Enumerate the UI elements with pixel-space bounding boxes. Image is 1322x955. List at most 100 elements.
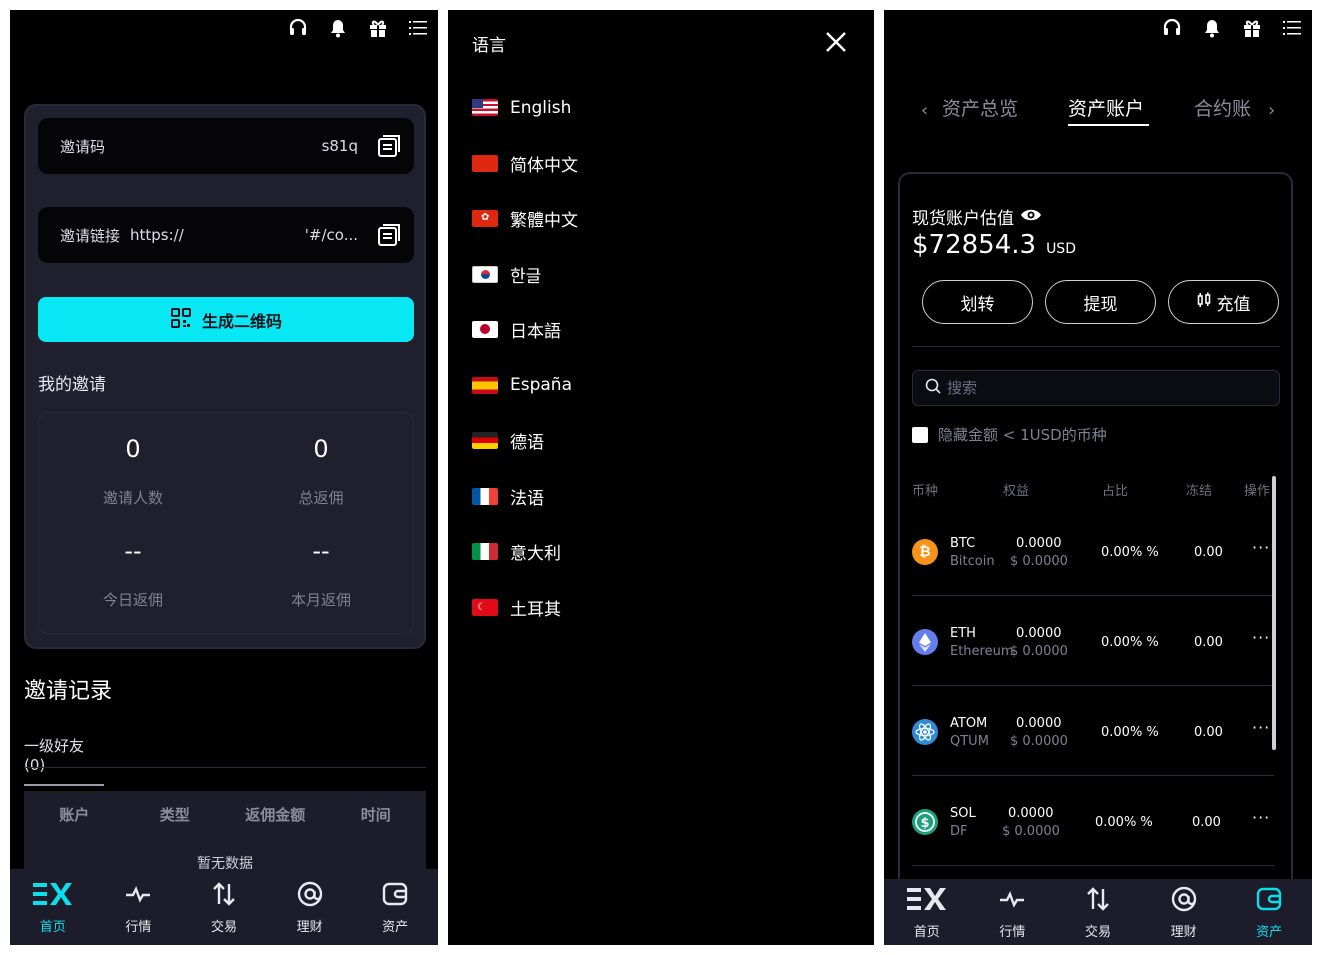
nav-assets[interactable]: 资产 bbox=[352, 869, 438, 945]
svg-text:$: $ bbox=[920, 816, 929, 831]
withdraw-button[interactable]: 提现 bbox=[1045, 280, 1156, 324]
deposit-label: 充值 bbox=[1216, 294, 1251, 315]
generate-qr-button[interactable]: 生成二维码 bbox=[38, 297, 414, 342]
candlestick-icon bbox=[1197, 292, 1211, 313]
us-flag-icon bbox=[472, 99, 498, 117]
language-item-italian[interactable]: 意大利 bbox=[472, 524, 578, 580]
hide-small-checkbox[interactable] bbox=[912, 426, 928, 443]
more-icon[interactable]: ··· bbox=[1252, 718, 1270, 737]
coin-usd: $ 0.0000 bbox=[1010, 734, 1068, 749]
at-icon bbox=[1170, 885, 1198, 917]
tab-first-level-friends[interactable]: 一级好友(0) bbox=[24, 735, 104, 786]
nav-label: 首页 bbox=[913, 924, 940, 940]
estimate-value: $72854.3 bbox=[912, 230, 1037, 260]
nav-home[interactable]: 首页 bbox=[884, 879, 970, 945]
coin-amount: 0.0000 bbox=[1016, 716, 1062, 731]
language-item-zh-hans[interactable]: 简体中文 bbox=[472, 136, 578, 192]
de-flag-icon bbox=[472, 432, 498, 450]
close-icon[interactable] bbox=[824, 30, 848, 54]
table-row[interactable]: ATOM QTUM 0.0000 $ 0.0000 0.00% % 0.00 ·… bbox=[912, 686, 1274, 776]
coin-amount: 0.0000 bbox=[1008, 806, 1054, 821]
col-ratio: 占比 bbox=[1102, 484, 1129, 499]
language-item-japanese[interactable]: 日本語 bbox=[472, 302, 578, 358]
search-input[interactable] bbox=[947, 379, 1247, 397]
headset-icon[interactable] bbox=[288, 18, 308, 38]
col-time: 时间 bbox=[360, 805, 391, 824]
language-item-german[interactable]: 德语 bbox=[472, 413, 578, 469]
language-label: España bbox=[510, 375, 572, 396]
coin-name: Ethereum bbox=[950, 644, 1014, 659]
language-item-spanish[interactable]: España bbox=[472, 358, 578, 414]
language-item-zh-hant[interactable]: ✿ 繁體中文 bbox=[472, 191, 578, 247]
language-label: 土耳其 bbox=[510, 599, 561, 620]
menu-list-icon[interactable] bbox=[1282, 18, 1302, 38]
table-row[interactable]: ₿ BTC Bitcoin 0.0000 $ 0.0000 0.00% % 0.… bbox=[912, 506, 1274, 596]
nav-home[interactable]: 首页 bbox=[10, 869, 96, 945]
bitcoin-icon: ₿ bbox=[912, 539, 938, 565]
language-title: 语言 bbox=[472, 36, 506, 56]
divider bbox=[912, 346, 1280, 347]
language-list: English 简体中文 ✿ 繁體中文 한글 日本語 España 德语 法语 bbox=[472, 80, 578, 635]
nav-trade[interactable]: 交易 bbox=[1055, 879, 1141, 945]
transfer-button[interactable]: 划转 bbox=[922, 280, 1033, 324]
copy-icon[interactable] bbox=[376, 133, 402, 159]
deposit-button[interactable]: 充值 bbox=[1168, 280, 1279, 324]
table-header: 账户 类型 返佣金额 时间 bbox=[24, 791, 426, 837]
nav-label: 行情 bbox=[999, 924, 1026, 940]
copy-icon[interactable] bbox=[376, 222, 402, 248]
col-amount: 返佣金额 bbox=[245, 805, 306, 824]
chevron-right-icon[interactable]: › bbox=[1268, 100, 1275, 121]
pulse-icon bbox=[124, 880, 152, 912]
stat-value: 0 bbox=[313, 435, 329, 463]
language-item-english[interactable]: English bbox=[472, 80, 578, 136]
coin-symbol: BTC bbox=[950, 536, 976, 551]
nav-market[interactable]: 行情 bbox=[96, 869, 182, 945]
language-label: 简体中文 bbox=[510, 155, 578, 176]
language-item-french[interactable]: 法语 bbox=[472, 469, 578, 525]
fr-flag-icon bbox=[472, 487, 498, 505]
nav-market[interactable]: 行情 bbox=[970, 879, 1056, 945]
coin-amount: 0.0000 bbox=[1016, 536, 1062, 551]
withdraw-label: 提现 bbox=[1083, 294, 1118, 315]
nav-label: 理财 bbox=[296, 919, 323, 935]
col-account: 账户 bbox=[59, 805, 90, 824]
nav-finance[interactable]: 理财 bbox=[267, 869, 353, 945]
nav-trade[interactable]: 交易 bbox=[181, 869, 267, 945]
more-icon[interactable]: ··· bbox=[1252, 628, 1270, 647]
more-icon[interactable]: ··· bbox=[1252, 538, 1270, 557]
chevron-left-icon[interactable]: ‹ bbox=[921, 100, 928, 121]
coin-ratio: 0.00% % bbox=[1101, 545, 1159, 560]
es-flag-icon bbox=[472, 376, 498, 394]
table-row[interactable]: ETH Ethereum 0.0000 $ 0.0000 0.00% % 0.0… bbox=[912, 596, 1274, 686]
nav-label: 交易 bbox=[1084, 924, 1111, 940]
more-icon[interactable]: ··· bbox=[1252, 808, 1270, 827]
invite-stats: 0 邀请人数 0 总返佣 -- 今日返佣 -- 本月返佣 bbox=[38, 412, 414, 634]
records-title: 邀请记录 bbox=[24, 679, 113, 704]
eye-icon[interactable] bbox=[1020, 207, 1042, 227]
nav-label: 资产 bbox=[382, 919, 409, 935]
table-row[interactable]: $ SOL DF 0.0000 $ 0.0000 0.00% % 0.00 ··… bbox=[912, 776, 1274, 866]
gift-icon[interactable] bbox=[1242, 18, 1262, 38]
col-equity: 权益 bbox=[1003, 484, 1030, 499]
headset-icon[interactable] bbox=[1162, 18, 1182, 38]
transfer-label: 划转 bbox=[960, 294, 995, 315]
active-tab-indicator bbox=[1068, 124, 1149, 126]
top-icon-bar bbox=[1162, 18, 1302, 38]
atom-icon bbox=[912, 719, 938, 745]
bottom-nav: 首页 行情 交易 理财 资产 bbox=[10, 869, 438, 945]
coin-usd: $ 0.0000 bbox=[1010, 554, 1068, 569]
nav-finance[interactable]: 理财 bbox=[1141, 879, 1227, 945]
bell-icon[interactable] bbox=[1202, 18, 1222, 38]
language-item-turkish[interactable]: ☾ 土耳其 bbox=[472, 580, 578, 636]
invite-link-label: 邀请链接 bbox=[60, 226, 121, 245]
coin-frozen: 0.00 bbox=[1194, 635, 1223, 650]
tab-contract-account[interactable]: 合约账 bbox=[1194, 94, 1251, 121]
scrollbar[interactable] bbox=[1272, 476, 1276, 750]
tab-asset-overview[interactable]: 资产总览 bbox=[942, 94, 1018, 121]
menu-list-icon[interactable] bbox=[408, 18, 428, 38]
gift-icon[interactable] bbox=[368, 18, 388, 38]
tab-asset-account[interactable]: 资产账户 bbox=[1068, 94, 1144, 121]
language-item-korean[interactable]: 한글 bbox=[472, 247, 578, 303]
nav-assets[interactable]: 资产 bbox=[1226, 879, 1312, 945]
bell-icon[interactable] bbox=[328, 18, 348, 38]
